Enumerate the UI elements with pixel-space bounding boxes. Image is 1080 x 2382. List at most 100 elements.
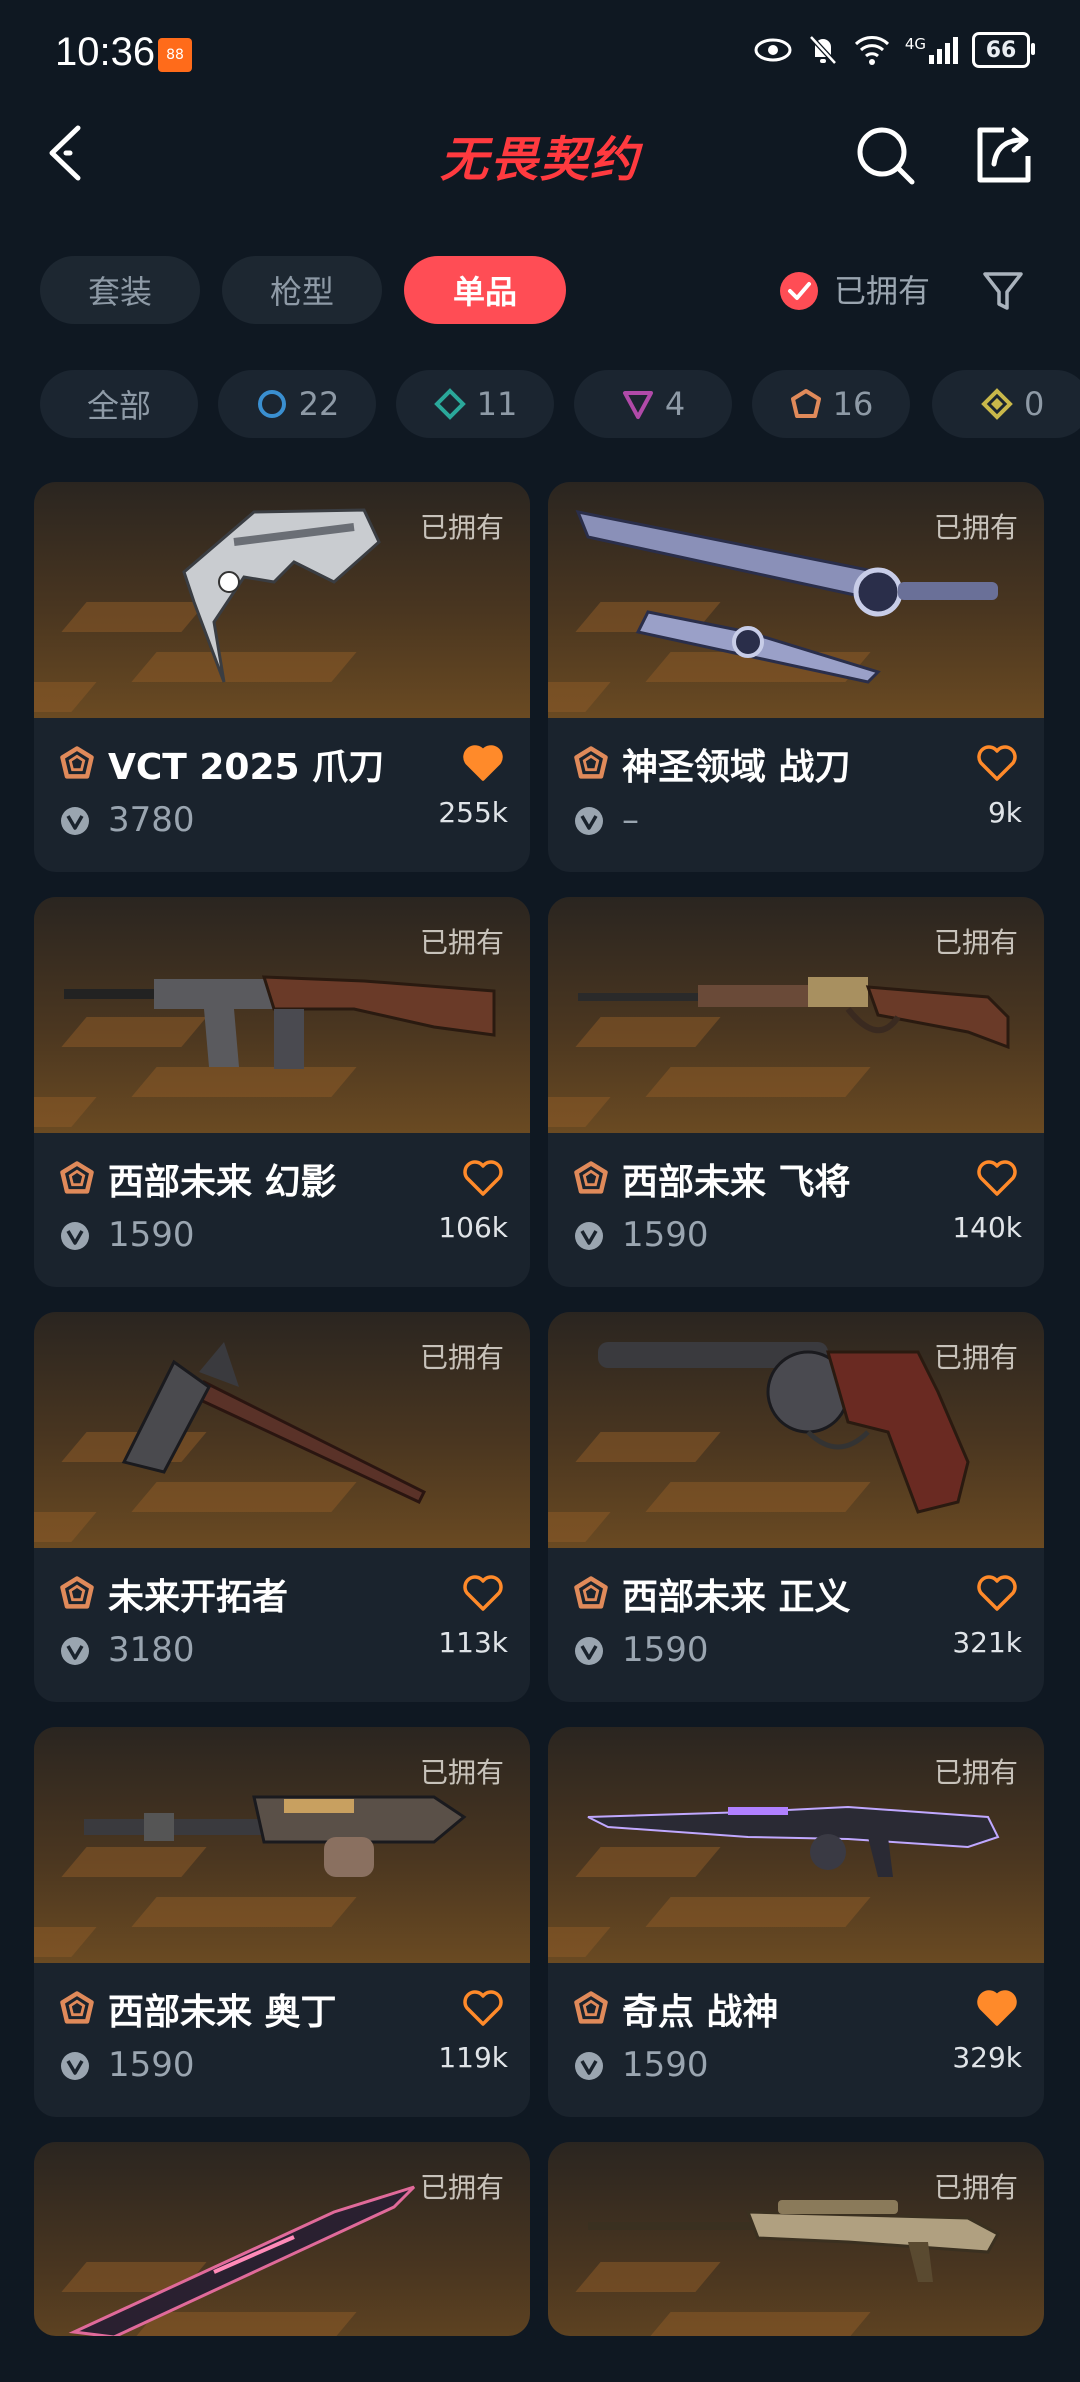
owned-tag: 已拥有 xyxy=(933,1341,1018,1374)
heart-icon xyxy=(977,1575,1017,1611)
battery-icon: 66 xyxy=(972,32,1035,68)
item-price: 1590 xyxy=(108,2045,195,2085)
search-icon xyxy=(857,127,915,185)
filter-button[interactable] xyxy=(980,268,1026,314)
item-card[interactable]: 已拥有 神圣领域 战刀 – 9k xyxy=(548,482,1044,872)
like-button[interactable] xyxy=(976,1574,1018,1612)
item-card[interactable]: 已拥有 奇点 战神 1590 329k xyxy=(548,1727,1044,2117)
like-count: 321k xyxy=(952,1626,1022,1659)
item-price: 1590 xyxy=(622,2045,709,2085)
rarity-premium-icon xyxy=(622,391,653,419)
item-card[interactable]: 已拥有 xyxy=(34,2142,530,2336)
rarity-exclusive-icon xyxy=(574,746,608,779)
like-count: 140k xyxy=(952,1211,1022,1244)
valorant-points-icon xyxy=(575,2052,603,2080)
price-icon xyxy=(58,1219,92,1253)
like-button[interactable] xyxy=(976,744,1018,782)
item-name: 西部未来 飞将 xyxy=(622,1162,851,1203)
rarity-deluxe-icon xyxy=(433,388,466,420)
rarity-select-icon xyxy=(257,390,286,418)
chip-count: 4 xyxy=(664,385,686,423)
rarity-exclusive-icon xyxy=(60,1161,94,1194)
battery-level: 66 xyxy=(985,37,1017,63)
rarity-chip-premium[interactable]: 4 xyxy=(574,370,732,438)
search-button[interactable] xyxy=(852,122,918,188)
status-icons: 4G 66 xyxy=(753,32,1035,68)
rarity-exclusive-icon xyxy=(574,1161,608,1194)
owned-tag: 已拥有 xyxy=(933,926,1018,959)
item-name: 西部未来 正义 xyxy=(622,1577,851,1618)
like-count: 329k xyxy=(952,2041,1022,2074)
owned-tag: 已拥有 xyxy=(419,2171,504,2204)
item-price: 3180 xyxy=(108,1630,195,1670)
rarity-exclusive-icon xyxy=(60,746,94,779)
valorant-points-icon xyxy=(61,2052,89,2080)
like-count: 106k xyxy=(438,1211,508,1244)
like-count: 9k xyxy=(987,796,1022,829)
owned-tag: 已拥有 xyxy=(419,1756,504,1789)
owned-filter-label[interactable]: 已拥有 xyxy=(834,266,930,312)
rarity-ultra-icon xyxy=(981,388,1013,420)
item-card[interactable]: 已拥有 西部未来 正义 1590 321k xyxy=(548,1312,1044,1702)
price-icon xyxy=(58,804,92,838)
item-card[interactable]: 已拥有 VCT 2025 爪刀 3780 255k xyxy=(34,482,530,872)
rarity-chip-select[interactable]: 22 xyxy=(218,370,376,438)
rarity-exclusive-icon xyxy=(60,1991,94,2024)
valorant-points-icon xyxy=(61,1222,89,1250)
page-title: 无畏契约 xyxy=(439,132,640,188)
valorant-points-icon xyxy=(575,807,603,835)
item-image: 已拥有 xyxy=(34,2142,530,2336)
heart-icon xyxy=(977,745,1017,781)
item-name: 西部未来 幻影 xyxy=(108,1162,337,1203)
item-card[interactable]: 已拥有 西部未来 飞将 1590 140k xyxy=(548,897,1044,1287)
item-card[interactable]: 已拥有未来开拓者 3180 113k xyxy=(34,1312,530,1702)
check-icon xyxy=(788,282,811,300)
valorant-points-icon xyxy=(61,807,89,835)
price-icon xyxy=(58,1634,92,1668)
item-image: 已拥有 xyxy=(548,1727,1044,1963)
owned-tag: 已拥有 xyxy=(419,1341,504,1374)
item-price: 3780 xyxy=(108,800,195,840)
like-count: 113k xyxy=(438,1626,508,1659)
tab-suits[interactable]: 套装 xyxy=(40,256,200,324)
rarity-exclusive-icon xyxy=(574,1991,608,2024)
like-button[interactable] xyxy=(976,1159,1018,1197)
item-image: 已拥有 xyxy=(34,482,530,718)
heart-icon xyxy=(463,1575,503,1611)
rarity-icon xyxy=(572,1989,610,2027)
item-name: 未来开拓者 xyxy=(108,1577,289,1618)
owned-tag: 已拥有 xyxy=(933,511,1018,544)
mute-bell-icon xyxy=(807,33,839,67)
item-card[interactable]: 已拥有 西部未来 奥丁 1590 119k xyxy=(34,1727,530,2117)
tab-single-items[interactable]: 单品 xyxy=(404,256,566,324)
tab-weapon-types[interactable]: 枪型 xyxy=(222,256,382,324)
price-icon xyxy=(572,2049,606,2083)
chip-label: 全部 xyxy=(86,387,151,425)
like-button[interactable] xyxy=(462,744,504,782)
cellular-signal-icon: 4G xyxy=(905,35,958,65)
rarity-chip-exclusive[interactable]: 16 xyxy=(752,370,910,438)
rarity-icon xyxy=(58,744,96,782)
item-image: 已拥有 xyxy=(34,897,530,1133)
price-icon xyxy=(572,1219,606,1253)
rarity-exclusive-icon xyxy=(790,389,821,418)
like-button[interactable] xyxy=(462,1159,504,1197)
rarity-chip-ultra[interactable]: 0 xyxy=(932,370,1080,438)
rarity-icon xyxy=(572,744,610,782)
item-card[interactable]: 已拥有 西部未来 幻影 1590 106k xyxy=(34,897,530,1287)
valorant-points-icon xyxy=(61,1637,89,1665)
rarity-chip-deluxe[interactable]: 11 xyxy=(396,370,554,438)
item-card[interactable]: 已拥有 xyxy=(548,2142,1044,2336)
share-button[interactable] xyxy=(970,122,1036,188)
like-button[interactable] xyxy=(462,1989,504,2027)
price-icon xyxy=(58,2049,92,2083)
owned-checkbox[interactable] xyxy=(780,272,818,310)
rarity-chip-all[interactable]: 全部 xyxy=(40,370,198,438)
price-icon xyxy=(572,1634,606,1668)
heart-icon xyxy=(463,1990,503,2026)
rarity-exclusive-icon xyxy=(574,1576,608,1609)
rarity-icon xyxy=(572,1159,610,1197)
like-button[interactable] xyxy=(976,1989,1018,2027)
item-image: 已拥有 xyxy=(548,482,1044,718)
like-button[interactable] xyxy=(462,1574,504,1612)
